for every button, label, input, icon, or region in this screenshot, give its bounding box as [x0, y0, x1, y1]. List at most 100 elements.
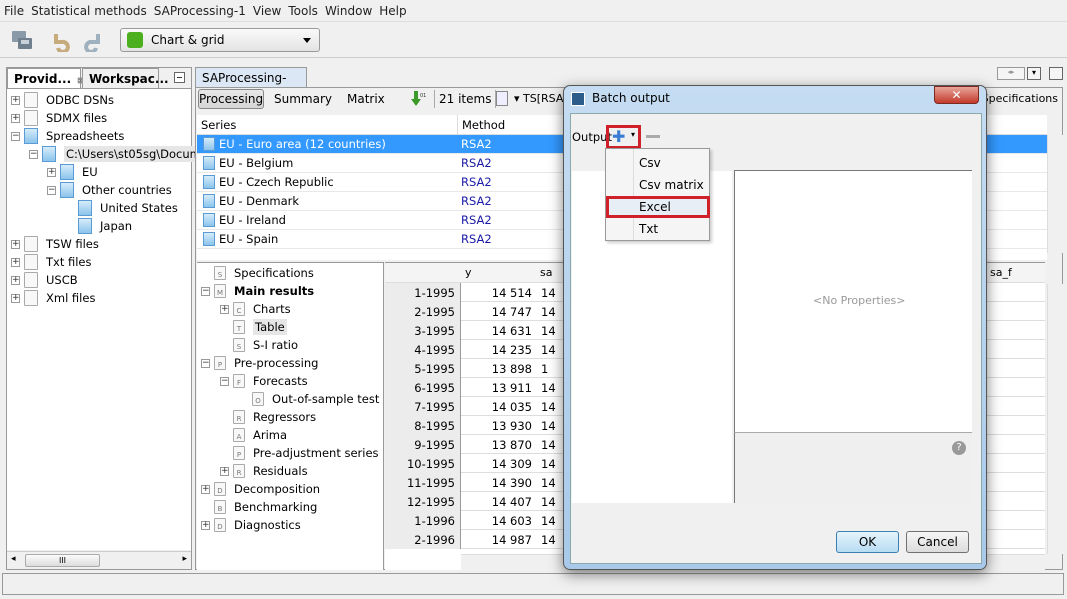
collapse-icon[interactable]: −: [220, 376, 229, 386]
expand-icon[interactable]: +: [47, 167, 56, 177]
tree-item[interactable]: + USCB: [11, 271, 78, 289]
close-button[interactable]: ✕: [934, 86, 979, 104]
collapse-icon[interactable]: −: [47, 185, 56, 195]
file-icon: [24, 272, 38, 288]
menu-file[interactable]: File: [4, 4, 24, 18]
download-icon[interactable]: 01: [408, 90, 426, 108]
node-icon: R: [233, 464, 245, 478]
column-header-method[interactable]: Method: [457, 115, 509, 135]
cancel-button[interactable]: Cancel: [906, 531, 969, 553]
results-tree-item[interactable]: R Regressors: [220, 408, 316, 426]
menu-item-excel[interactable]: Excel: [606, 196, 710, 218]
results-tree-item[interactable]: S S-I ratio: [220, 336, 298, 354]
perspective-dropdown[interactable]: Chart & grid: [120, 28, 320, 52]
results-tree-item[interactable]: O Out-of-sample test: [239, 390, 379, 408]
results-tree-item[interactable]: B Benchmarking: [201, 498, 317, 516]
expand-icon[interactable]: +: [11, 275, 20, 285]
column-header-y[interactable]: y: [465, 266, 472, 279]
column-header-series[interactable]: Series: [201, 118, 236, 132]
collapse-icon[interactable]: −: [29, 149, 38, 159]
horizontal-scrollbar[interactable]: ◂ III ▸: [7, 551, 191, 569]
tree-item[interactable]: + Txt files: [11, 253, 92, 271]
menu-item-txt[interactable]: Txt: [606, 218, 710, 240]
tree-item[interactable]: United States: [65, 199, 178, 217]
results-tree-item[interactable]: + R Residuals: [220, 462, 308, 480]
specifications-tab[interactable]: Specifications: [982, 92, 1058, 105]
tree-item[interactable]: + Xml files: [11, 289, 95, 307]
ok-button[interactable]: OK: [836, 531, 899, 553]
results-tree-item[interactable]: − M Main results: [201, 282, 314, 300]
undo-icon[interactable]: [50, 28, 74, 54]
scroll-tabs-icon[interactable]: ◂▸: [997, 67, 1025, 80]
series-icon: [203, 156, 215, 170]
expand-icon[interactable]: +: [220, 466, 229, 476]
menu-help[interactable]: Help: [379, 4, 406, 18]
collapse-icon[interactable]: −: [201, 358, 210, 368]
menu-view[interactable]: View: [253, 4, 281, 18]
menu-item-csv[interactable]: Csv: [606, 152, 710, 174]
collapse-icon[interactable]: −: [11, 131, 20, 141]
results-tree-item[interactable]: S Specifications: [201, 264, 314, 282]
results-tree-item[interactable]: − F Forecasts: [220, 372, 308, 390]
expand-icon[interactable]: +: [201, 520, 210, 530]
tree-item[interactable]: − C:\Users\st05sg\Documen: [29, 145, 218, 163]
expand-icon[interactable]: +: [11, 293, 20, 303]
menu-tools[interactable]: Tools: [288, 4, 318, 18]
column-header-sa-f[interactable]: sa_f: [990, 266, 1012, 279]
results-tree-item[interactable]: − P Pre-processing: [201, 354, 318, 372]
tree-item[interactable]: − Spreadsheets: [11, 127, 124, 145]
tree-item[interactable]: + SDMX files: [11, 109, 107, 127]
tab-processing[interactable]: Processing: [198, 89, 264, 109]
expand-icon[interactable]: +: [11, 95, 20, 105]
results-tree-item[interactable]: + D Decomposition: [201, 480, 320, 498]
results-tree-label: Table: [253, 319, 287, 335]
menu-window[interactable]: Window: [325, 4, 372, 18]
tree-item-label: Xml files: [46, 291, 96, 305]
tab-summary[interactable]: Summary: [274, 92, 332, 106]
tab-workspace[interactable]: Workspac...: [82, 68, 169, 88]
table-scrollbar[interactable]: [1047, 284, 1063, 554]
tree-item[interactable]: + ODBC DSNs: [11, 91, 114, 109]
calculator-icon[interactable]: [496, 91, 508, 106]
expand-icon[interactable]: +: [11, 257, 20, 267]
help-icon[interactable]: ?: [952, 441, 966, 455]
expand-icon[interactable]: +: [220, 304, 229, 314]
results-tree-item[interactable]: + C Charts: [220, 300, 291, 318]
tab-matrix[interactable]: Matrix: [347, 92, 385, 106]
expand-icon[interactable]: +: [11, 239, 20, 249]
maximize-icon[interactable]: [1049, 67, 1063, 80]
description-panel: ?: [734, 432, 972, 503]
ts-dropdown[interactable]: ▾ TS[RSA2: [514, 92, 570, 105]
column-header-sa[interactable]: sa: [540, 266, 552, 279]
tree-item[interactable]: Japan: [65, 217, 132, 235]
redo-icon[interactable]: [80, 28, 104, 54]
tab-saprocessing[interactable]: SAProcessing-1⊠: [195, 67, 307, 99]
expand-icon[interactable]: +: [201, 484, 210, 494]
results-tree-label: Forecasts: [253, 374, 308, 388]
remove-output-button[interactable]: [646, 135, 660, 138]
menu-statistical-methods[interactable]: Statistical methods: [31, 4, 147, 18]
tree-item[interactable]: + EU: [47, 163, 98, 181]
series-icon: [78, 200, 92, 216]
series-name: EU - Czech Republic: [219, 175, 334, 189]
series-name: EU - Spain: [219, 232, 279, 246]
toolbar: Chart & grid: [0, 22, 1067, 58]
menu-item-csv-matrix[interactable]: Csv matrix: [606, 174, 710, 196]
xml-file-icon: [24, 290, 38, 306]
results-tree-item[interactable]: P Pre-adjustment series: [220, 444, 379, 462]
save-all-icon[interactable]: [10, 28, 34, 52]
menu-saprocessing-1[interactable]: SAProcessing-1: [154, 4, 246, 18]
collapse-icon[interactable]: −: [201, 286, 210, 296]
results-tree-item[interactable]: A Arima: [220, 426, 287, 444]
results-tree-item[interactable]: T Table: [220, 318, 287, 336]
expand-icon[interactable]: +: [11, 113, 20, 123]
tree-item[interactable]: − Other countries: [47, 181, 172, 199]
results-tree-item[interactable]: + D Diagnostics: [201, 516, 301, 534]
add-output-button[interactable]: ✚ ▾: [606, 125, 641, 149]
tab-list-icon[interactable]: ▾: [1027, 67, 1041, 80]
series-scrollbar[interactable]: [1047, 135, 1063, 253]
tab-providers[interactable]: Provid... ⊠: [7, 68, 84, 88]
minimize-icon[interactable]: [174, 72, 185, 83]
tree-item[interactable]: + TSW files: [11, 235, 99, 253]
series-icon: [203, 213, 215, 227]
